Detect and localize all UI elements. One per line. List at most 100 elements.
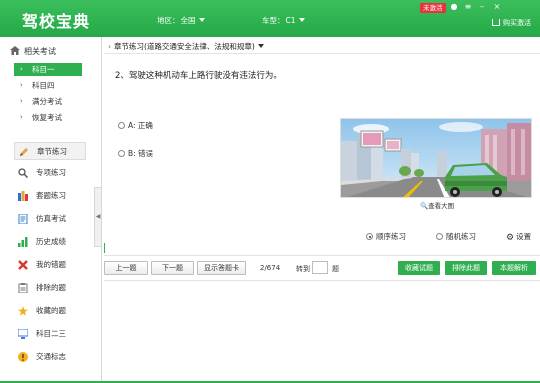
radio-icon: [118, 122, 125, 129]
favorite-question-button[interactable]: 收藏试题: [398, 261, 440, 275]
prev-question-button[interactable]: 上一题: [104, 261, 148, 275]
sidebar-subitem-subject4[interactable]: › 科目四: [14, 79, 82, 92]
magnifier-icon: 🔍: [420, 202, 429, 210]
sidebar: 相关考试 › 科目一 › 科目四 › 满分考试 › 恢复考试 章节练习 专项练习 套题练…: [0, 37, 102, 383]
radio-icon: [118, 150, 125, 157]
chevron-right-icon: ›: [20, 97, 23, 105]
question-text: 2、驾驶这种机动车上路行驶没有违法行为。: [115, 71, 282, 81]
sidebar-header-label: 相关考试: [24, 47, 56, 56]
option-b[interactable]: B: 错误: [118, 148, 153, 159]
nav-traffic-signs[interactable]: 交通标志: [14, 348, 86, 366]
nav-label: 收藏的题: [36, 306, 66, 315]
cartype-label: 车型：: [262, 16, 285, 25]
jump-to-question-input[interactable]: [312, 261, 328, 274]
clipboard-icon: [18, 283, 28, 293]
exam-sheet-icon: [18, 214, 28, 224]
chevron-left-icon: ◀: [95, 213, 101, 220]
option-a[interactable]: A: 正确: [118, 120, 153, 131]
nav-label: 交通标志: [36, 352, 66, 361]
nav-favorites[interactable]: 收藏的题: [14, 302, 86, 320]
menu-icon[interactable]: ≡: [462, 2, 474, 12]
answer-input-caret: [104, 243, 105, 253]
monitor-icon: [18, 329, 28, 339]
chevron-right-icon: ›: [20, 65, 23, 73]
close-icon[interactable]: ×: [491, 2, 503, 12]
chevron-down-icon: [198, 18, 205, 22]
explain-question-button[interactable]: 本题解析: [492, 261, 536, 275]
nav-my-mistakes[interactable]: 我的错题: [14, 256, 86, 274]
bar-chart-icon: [18, 237, 28, 247]
nav-set-practice[interactable]: 套题练习: [14, 187, 86, 205]
buy-activate-button[interactable]: 购买激活: [492, 18, 531, 28]
nav-label: 章节练习: [37, 147, 67, 156]
nav-excluded-questions[interactable]: 排除的题: [14, 279, 86, 297]
option-label: B: 错误: [128, 149, 154, 158]
region-value: 全国: [180, 16, 196, 25]
nav-history-scores[interactable]: 历史成绩: [14, 233, 86, 251]
region-label: 地区：: [157, 16, 180, 25]
exclude-question-button[interactable]: 排除此题: [445, 261, 487, 275]
divider: [104, 255, 540, 256]
sidebar-subitem-label: 科目一: [32, 65, 55, 74]
question-image[interactable]: [340, 118, 532, 198]
region-selector[interactable]: 地区：全国: [157, 15, 205, 26]
chapter-selector[interactable]: › 章节练习(道路交通安全法律、法规和规章): [104, 40, 540, 54]
buy-activate-label: 购买激活: [503, 19, 531, 27]
question-progress: 2/674: [260, 264, 281, 272]
warning-icon: [18, 352, 28, 362]
nav-label: 历史成绩: [36, 237, 66, 246]
cartype-selector[interactable]: 车型：C1: [262, 15, 305, 26]
chevron-right-icon: ›: [20, 113, 23, 121]
chevron-right-icon: ›: [20, 81, 23, 89]
star-icon: [18, 306, 28, 316]
nav-label: 排除的题: [36, 283, 66, 292]
app-logo: 驾校宝典: [22, 12, 91, 31]
sidebar-subitem-label: 科目四: [32, 81, 55, 90]
nav-label: 仿真考试: [36, 214, 66, 223]
answer-card-button[interactable]: 显示答题卡: [197, 261, 246, 275]
view-large-image-label: 查看大图: [428, 202, 455, 210]
sidebar-header[interactable]: 相关考试: [10, 46, 56, 57]
nav-subject-2-3[interactable]: 科目二三: [14, 325, 86, 343]
radio-selected-icon: [366, 233, 373, 240]
chapter-label: 章节练习(道路交通安全法律、法规和规章): [114, 42, 255, 51]
sidebar-subitem-subject1[interactable]: › 科目一: [14, 63, 82, 76]
chevron-down-icon: [298, 18, 305, 22]
minimize-icon[interactable]: –: [476, 2, 488, 12]
sidebar-subitem-label: 满分考试: [32, 97, 62, 106]
cart-icon: [492, 19, 500, 26]
divider: [104, 280, 540, 281]
pencil-icon: [20, 148, 28, 156]
sidebar-subitem-resume[interactable]: › 恢复考试: [14, 111, 82, 124]
view-large-image-link[interactable]: 🔍查看大图: [420, 200, 454, 210]
settings-button[interactable]: ⚙ 设置: [506, 231, 531, 243]
chevron-down-icon: [257, 44, 264, 48]
nav-mock-exam[interactable]: 仿真考试: [14, 210, 86, 228]
settings-label: 设置: [516, 232, 532, 241]
user-icon[interactable]: ●: [448, 2, 460, 12]
chevron-right-icon: ›: [108, 42, 111, 51]
street-scene-illustration: [341, 119, 531, 197]
mode-sequential-label: 顺序练习: [376, 232, 406, 241]
sidebar-collapse-handle[interactable]: ◀: [94, 187, 102, 247]
nav-chapter-practice[interactable]: 章节练习: [14, 142, 86, 160]
mode-sequential[interactable]: 顺序练习: [366, 231, 406, 242]
sidebar-subitem-label: 恢复考试: [32, 113, 62, 122]
gear-icon: ⚙: [506, 233, 515, 243]
home-icon: [10, 46, 20, 55]
books-icon: [18, 191, 28, 201]
next-question-button[interactable]: 下一题: [151, 261, 194, 275]
nav-label: 套题练习: [36, 191, 66, 200]
activation-badge[interactable]: 未激活: [420, 3, 446, 13]
nav-label: 专项练习: [36, 168, 66, 177]
sidebar-subitem-fullscore[interactable]: › 满分考试: [14, 95, 82, 108]
jump-unit-label: 题: [332, 265, 339, 273]
nav-label: 我的错题: [36, 260, 66, 269]
app-header: 驾校宝典 地区：全国 车型：C1 未激活 ● ≡ – × 购买激活: [0, 0, 540, 37]
cartype-value: C1: [285, 16, 296, 25]
nav-special-practice[interactable]: 专项练习: [14, 164, 86, 182]
mode-random[interactable]: 随机练习: [436, 231, 476, 242]
radio-icon: [436, 233, 443, 240]
nav-label: 科目二三: [36, 329, 66, 338]
magnifier-icon: [18, 168, 28, 178]
